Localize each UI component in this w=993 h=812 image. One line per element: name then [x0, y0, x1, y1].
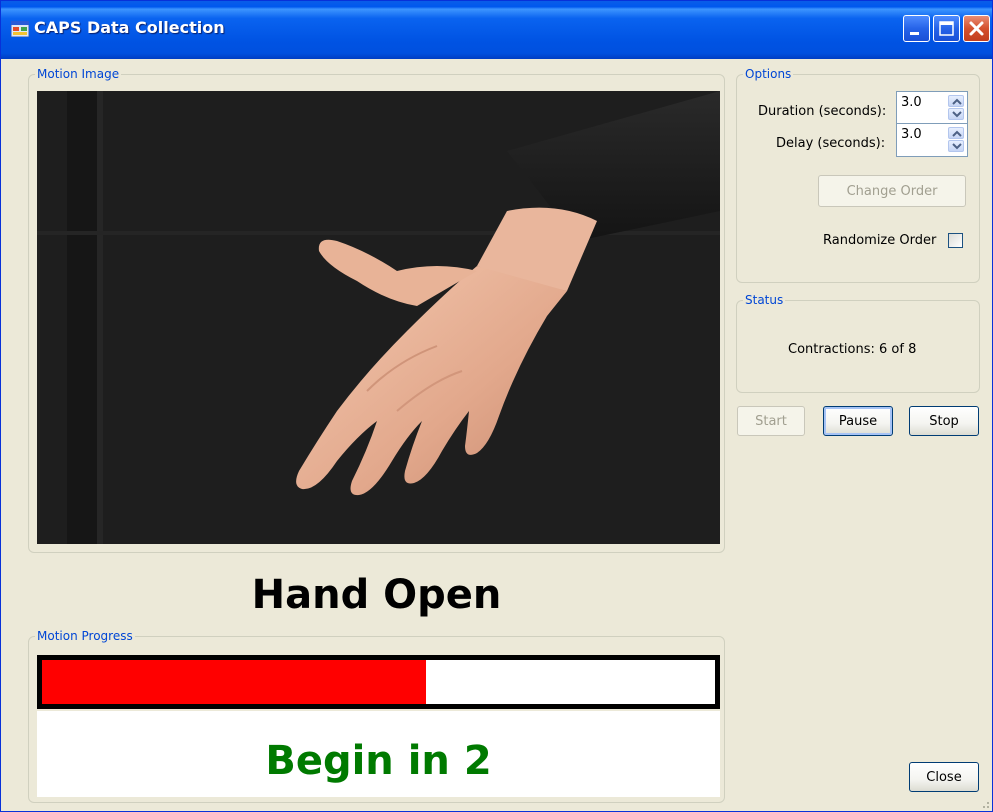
resize-grip-icon[interactable]	[978, 797, 990, 809]
status-legend: Status	[745, 293, 784, 307]
motion-progress-bar	[37, 655, 720, 709]
motion-image-legend: Motion Image	[37, 67, 120, 81]
duration-spinner[interactable]: 3.0	[896, 91, 968, 125]
duration-decrement-button[interactable]	[948, 108, 964, 120]
duration-label: Duration (seconds):	[758, 104, 887, 119]
close-icon	[969, 21, 984, 36]
delay-increment-button[interactable]	[948, 127, 964, 139]
maximize-icon	[939, 21, 954, 36]
stop-button[interactable]: Stop	[909, 406, 979, 436]
randomize-order-checkbox[interactable]	[948, 233, 963, 248]
duration-increment-button[interactable]	[948, 95, 964, 107]
maximize-button[interactable]	[933, 15, 960, 42]
randomize-order-label: Randomize Order	[823, 233, 937, 248]
main-window: CAPS Data Collection Motion Image Option…	[0, 0, 993, 812]
delay-decrement-button[interactable]	[948, 140, 964, 152]
hand-photo	[37, 91, 720, 544]
chevron-down-icon	[952, 111, 962, 118]
options-legend: Options	[745, 67, 792, 81]
change-order-button[interactable]: Change Order	[818, 175, 966, 207]
minimize-icon	[910, 32, 919, 35]
close-button[interactable]: Close	[909, 762, 979, 792]
delay-label: Delay (seconds):	[776, 136, 886, 151]
pause-button[interactable]: Pause	[823, 406, 893, 436]
chevron-down-icon	[952, 143, 962, 150]
delay-spinner-arrows[interactable]	[948, 127, 964, 153]
start-button[interactable]: Start	[737, 406, 805, 436]
countdown-panel: Begin in 2	[37, 711, 720, 797]
duration-value[interactable]: 3.0	[901, 95, 922, 110]
duration-spinner-arrows[interactable]	[948, 95, 964, 121]
motion-image-photo	[37, 91, 720, 544]
motion-progress-legend: Motion Progress	[37, 629, 133, 643]
chevron-up-icon	[952, 98, 962, 105]
motion-progress-fill	[42, 660, 426, 704]
countdown-text: Begin in 2	[265, 738, 492, 784]
delay-value[interactable]: 3.0	[901, 127, 922, 142]
current-motion-label: Hand Open	[251, 572, 502, 618]
minimize-button[interactable]	[903, 15, 930, 42]
contractions-status: Contractions: 6 of 8	[788, 342, 917, 357]
chevron-up-icon	[952, 130, 962, 137]
application-icon	[11, 21, 29, 37]
delay-spinner[interactable]: 3.0	[896, 123, 968, 157]
close-window-button[interactable]	[963, 15, 990, 42]
title-bar[interactable]: CAPS Data Collection	[1, 1, 992, 59]
window-title: CAPS Data Collection	[34, 18, 225, 37]
